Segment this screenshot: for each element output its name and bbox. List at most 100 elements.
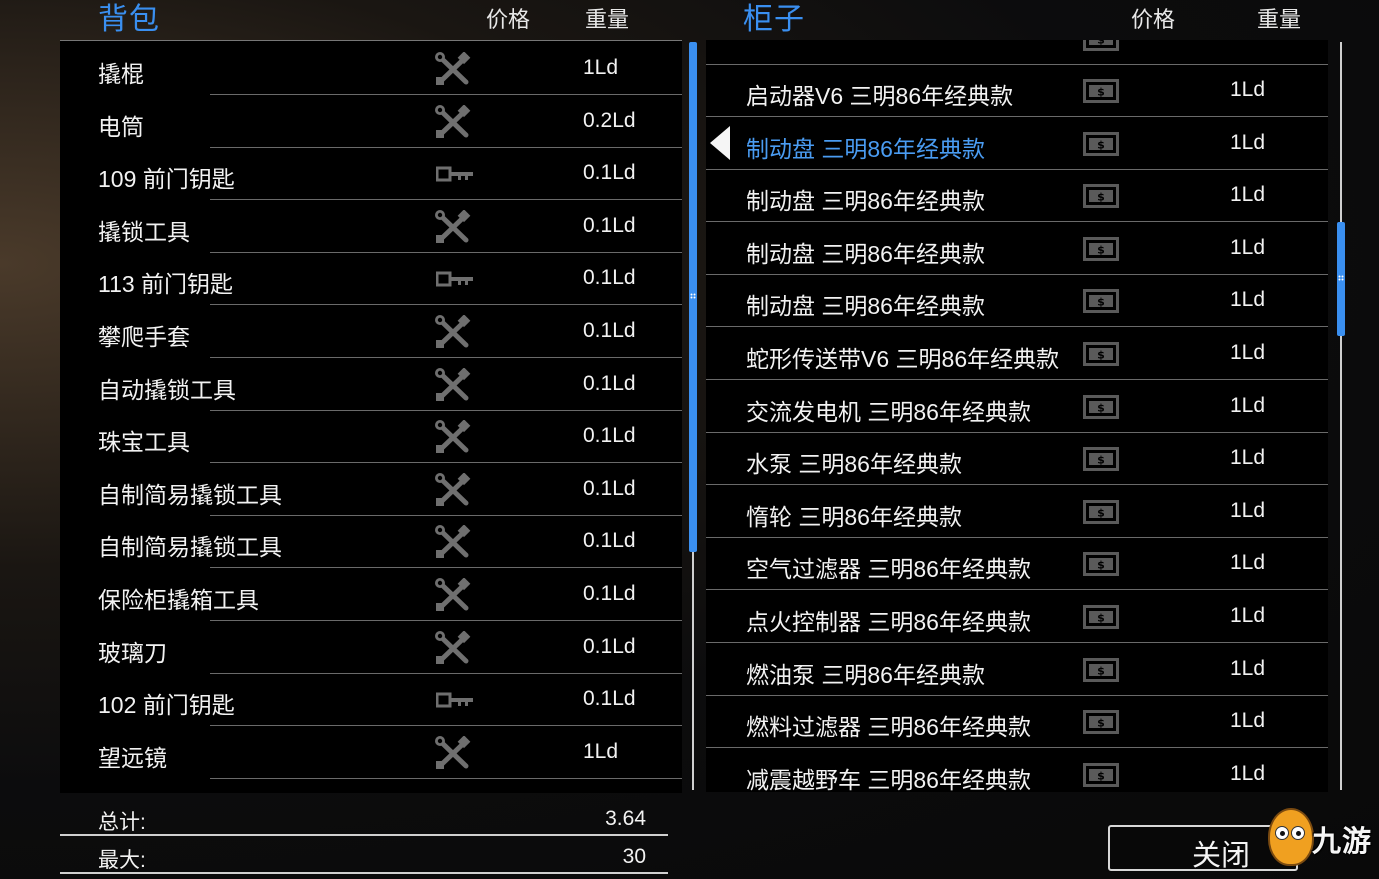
mascot-eye-icon: [1291, 826, 1305, 840]
list-item[interactable]: 102 前门钥匙 0.1Ld: [60, 674, 682, 727]
key-icon: [435, 166, 474, 182]
list-item[interactable]: 玻璃刀 0.1Ld: [60, 622, 682, 674]
item-weight: 1Ld: [1230, 341, 1266, 364]
list-item[interactable]: 自制简易撬锁工具 0.1Ld: [60, 464, 682, 516]
cash-icon: $: [1082, 604, 1120, 630]
list-item[interactable]: 109 前门钥匙 0.1Ld: [60, 148, 682, 201]
item-weight: 1Ld: [1230, 709, 1266, 733]
cash-icon: $: [1082, 40, 1120, 52]
list-item[interactable]: 自动撬锁工具 0.1Ld: [60, 359, 682, 411]
item-weight: 0.1Ld: [583, 161, 636, 185]
svg-text:$: $: [1097, 86, 1105, 99]
backpack-list[interactable]: 撬棍 1Ld 电筒 0.2Ld 109 前门钥匙 0.1Ld 撬锁工具 0.1Ld 113 前门…: [60, 40, 682, 793]
item-weight: 1Ld: [1230, 288, 1266, 312]
list-item[interactable]: 珠宝工具 0.1Ld: [60, 411, 682, 464]
svg-text:$: $: [1097, 664, 1105, 677]
tools-icon: [434, 103, 472, 139]
list-item[interactable]: 空气过滤器 三明86年经典款 $1Ld: [706, 538, 1328, 591]
max-label: 最大:: [98, 849, 146, 872]
list-item[interactable]: 113 前门钥匙 0.1Ld: [60, 253, 682, 306]
list-item[interactable]: 燃油泵 三明86年经典款 $1Ld: [706, 644, 1328, 696]
item-weight: 0.1Ld: [583, 634, 636, 658]
item-name: 102 前门钥匙: [98, 692, 235, 719]
item-name: 撬棍: [98, 61, 144, 87]
svg-text:$: $: [1097, 454, 1105, 467]
item-weight: 1Ld: [1230, 656, 1266, 680]
list-item[interactable]: 启动器V6 三明86年经典款 $1Ld: [706, 65, 1328, 117]
list-item[interactable]: 惰轮 三明86年经典款 $1Ld: [706, 486, 1328, 538]
item-weight: 0.1Ld: [583, 319, 636, 342]
list-item[interactable]: 制动盘 三明86年经典款 $1Ld: [706, 275, 1328, 328]
cash-icon: $: [1082, 762, 1120, 788]
item-name: 减震越野车 三明86年经典款: [746, 766, 1031, 792]
cabinet-scroll-grip-icon: [1338, 275, 1344, 281]
cash-icon: $: [1082, 446, 1120, 472]
list-item[interactable]: 望远镜 1Ld: [60, 727, 682, 779]
mascot-icon: [1268, 808, 1314, 866]
item-name: 制动盘 三明86年经典款: [746, 188, 985, 215]
total-value: 3.64: [605, 807, 646, 830]
cash-icon: $: [1082, 657, 1120, 683]
item-name: 点火控制器 三明86年经典款: [746, 609, 1031, 635]
item-weight: 1Ld: [1230, 551, 1266, 575]
item-weight: 1Ld: [583, 56, 619, 79]
list-item[interactable]: 减震越野车 三明86年经典款 $1Ld: [706, 749, 1328, 792]
list-item[interactable]: 撬锁工具 0.1Ld: [60, 201, 682, 253]
item-name: 109 前门钥匙: [98, 166, 235, 193]
max-weight-row: 最大: 30: [60, 836, 668, 874]
list-item-partial: $: [706, 40, 1328, 65]
item-name: 自制简易撬锁工具: [98, 481, 282, 508]
backpack-weight-header[interactable]: 重量: [585, 2, 629, 34]
tools-icon: [434, 51, 472, 86]
item-weight: 0.1Ld: [583, 213, 636, 237]
backpack-price-header[interactable]: 价格: [486, 2, 530, 34]
list-item[interactable]: 点火控制器 三明86年经典款 $1Ld: [706, 591, 1328, 643]
tools-icon: [434, 577, 472, 612]
list-item-partial: [60, 779, 682, 793]
list-item[interactable]: 制动盘 三明86年经典款 $1Ld: [706, 170, 1328, 223]
list-item[interactable]: 制动盘 三明86年经典款 $1Ld: [706, 118, 1328, 170]
list-item[interactable]: 制动盘 三明86年经典款 $1Ld: [706, 223, 1328, 275]
item-weight: 1Ld: [1230, 446, 1266, 470]
svg-text:$: $: [1097, 296, 1105, 309]
list-item[interactable]: 蛇形传送带V6 三明86年经典款 $1Ld: [706, 328, 1328, 380]
cabinet-header: 柜子 价格 重量: [690, 0, 1379, 40]
list-item[interactable]: 交流发电机 三明86年经典款 $1Ld: [706, 381, 1328, 433]
item-name: 惰轮 三明86年经典款: [746, 503, 962, 530]
svg-text:$: $: [1097, 559, 1105, 572]
list-item[interactable]: 攀爬手套 0.1Ld: [60, 306, 682, 358]
backpack-scroll-grip-icon: [690, 293, 696, 299]
list-item[interactable]: 撬棍 1Ld: [60, 43, 682, 95]
tools-icon: [434, 419, 472, 454]
list-item[interactable]: 电筒 0.2Ld: [60, 96, 682, 148]
item-name: 玻璃刀: [98, 639, 167, 666]
cash-icon: $: [1082, 551, 1120, 577]
item-weight: 1Ld: [1230, 604, 1266, 627]
tools-icon: [434, 366, 472, 402]
cabinet-list[interactable]: $ 启动器V6 三明86年经典款 $1Ld 制动盘 三明86年经典款 $1Ld 制动盘 …: [706, 40, 1328, 792]
item-name: 制动盘 三明86年经典款: [746, 240, 985, 267]
list-item[interactable]: 自制简易撬锁工具 0.1Ld: [60, 516, 682, 569]
cabinet-weight-header[interactable]: 重量: [1257, 2, 1301, 34]
item-weight: 1Ld: [1230, 393, 1266, 417]
item-name: 制动盘 三明86年经典款: [746, 293, 985, 320]
item-weight: 1Ld: [583, 739, 619, 763]
svg-text:$: $: [1097, 191, 1105, 204]
cabinet-scrollbar-track[interactable]: [1340, 42, 1342, 790]
cash-icon: $: [1082, 131, 1120, 157]
item-weight: 1Ld: [1230, 78, 1266, 101]
item-weight: 0.1Ld: [583, 582, 636, 605]
item-name: 113 前门钥匙: [98, 271, 234, 298]
cash-icon: $: [1082, 709, 1120, 735]
list-item[interactable]: 燃料过滤器 三明86年经典款 $1Ld: [706, 696, 1328, 749]
item-name: 燃油泵 三明86年经典款: [746, 661, 985, 688]
cabinet-price-header[interactable]: 价格: [1131, 2, 1175, 34]
list-item[interactable]: 水泵 三明86年经典款 $1Ld: [706, 433, 1328, 486]
list-item[interactable]: 保险柜撬箱工具 0.1Ld: [60, 569, 682, 621]
tools-icon: [434, 472, 472, 507]
tools-icon: [434, 629, 472, 665]
svg-text:$: $: [1097, 401, 1105, 414]
item-weight: 0.1Ld: [583, 266, 636, 290]
svg-text:$: $: [1097, 40, 1105, 47]
item-name: 撬锁工具: [98, 218, 190, 245]
